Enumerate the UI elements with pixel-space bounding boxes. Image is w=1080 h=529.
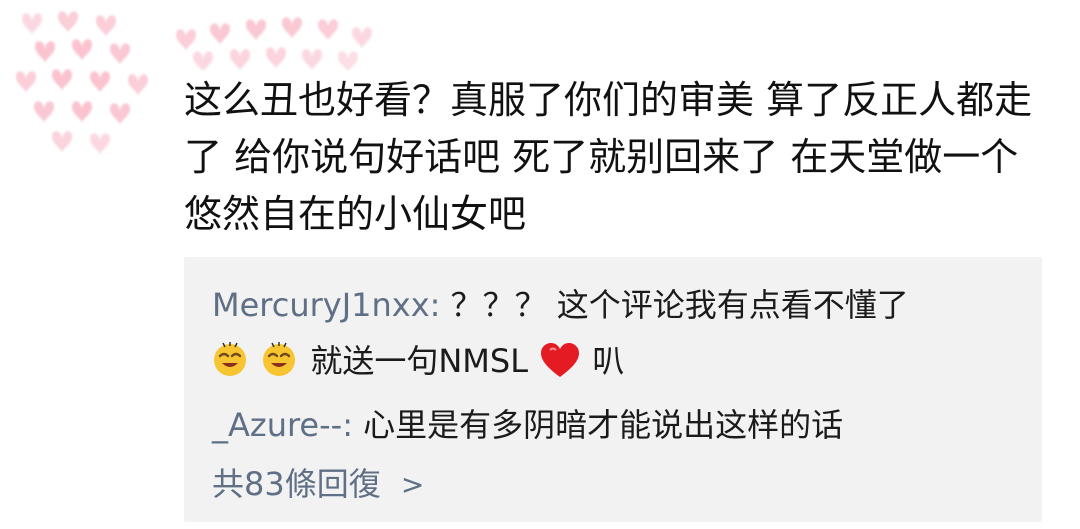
red-heart-icon <box>541 343 580 377</box>
reply-ending-text: 叭 <box>592 342 625 380</box>
reply-continuation-text: 就送一句NMSL <box>310 342 529 380</box>
reply-continuation: 就送一句NMSL 叭 <box>212 339 1022 383</box>
reply-username[interactable]: _Azure--: <box>212 406 353 444</box>
smiley-emoji-icon <box>263 342 296 376</box>
view-more-replies[interactable]: 共83條回復 > <box>212 462 1022 507</box>
main-comment-text: 这么丑也好看？真服了你们的审美 算了反正人都走了 给你说句好话吧 死了就别回来了… <box>184 78 1033 236</box>
comment-screenshot: 这么丑也好看？真服了你们的审美 算了反正人都走了 给你说句好话吧 死了就别回来了… <box>0 0 1080 529</box>
reply-item: MercuryJ1nxx: ？？？ 这个评论我有点看不懂了 <box>212 283 1022 327</box>
pink-heart-decoration <box>16 11 148 155</box>
pink-heart-decoration <box>176 17 372 70</box>
smiley-emoji-icon <box>214 342 246 376</box>
reply-panel: MercuryJ1nxx: ？？？ 这个评论我有点看不懂了 就送一句NMSL 叭… <box>184 257 1042 522</box>
reply-username[interactable]: MercuryJ1nxx: <box>212 286 440 324</box>
reply-text: ？？？ 这个评论我有点看不懂了 <box>450 286 909 324</box>
more-replies-label[interactable]: 共83條回復 <box>212 465 381 503</box>
chevron-right-icon[interactable]: > <box>401 463 424 507</box>
reply-item: _Azure--: 心里是有多阴暗才能说出这样的话 <box>212 403 1022 447</box>
reply-text: 心里是有多阴暗才能说出这样的话 <box>363 406 844 444</box>
